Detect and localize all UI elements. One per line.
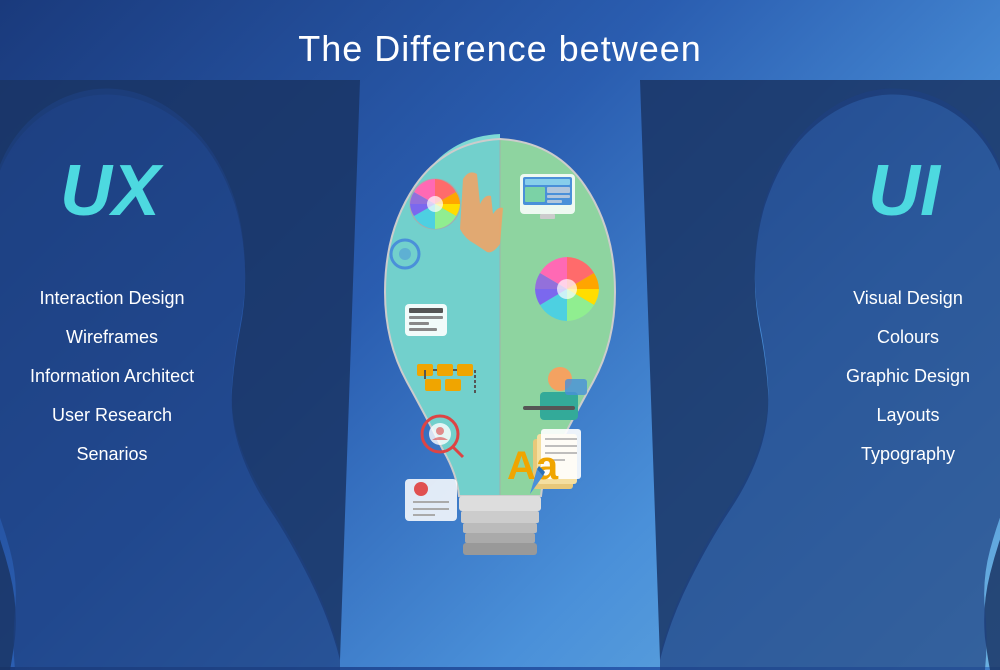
- ux-item-1: Wireframes: [30, 327, 194, 348]
- ux-item-0: Interaction Design: [30, 288, 194, 309]
- ux-label: UX: [60, 150, 160, 232]
- ui-item-2: Graphic Design: [846, 366, 970, 387]
- ux-item-4: Senarios: [30, 444, 194, 465]
- ui-item-1: Colours: [846, 327, 970, 348]
- ux-items-list: Interaction Design Wireframes Information …: [30, 270, 194, 483]
- svg-text:Aa: Aa: [507, 444, 559, 488]
- ui-item-0: Visual Design: [846, 288, 970, 309]
- page-title: The Difference between: [0, 0, 1000, 70]
- bulb-illustration: Aa: [345, 124, 655, 584]
- ui-items-list: Visual Design Colours Graphic Design Layout…: [846, 270, 970, 483]
- ux-item-3: User Research: [30, 405, 194, 426]
- ui-item-4: Typography: [846, 444, 970, 465]
- ux-item-2: Information Architect: [30, 366, 194, 387]
- main-content: UX UI Interaction Design Wireframes Inform…: [0, 70, 1000, 657]
- ui-label: UI: [868, 150, 940, 232]
- ui-item-3: Layouts: [846, 405, 970, 426]
- bulb-svg: Aa: [345, 124, 655, 584]
